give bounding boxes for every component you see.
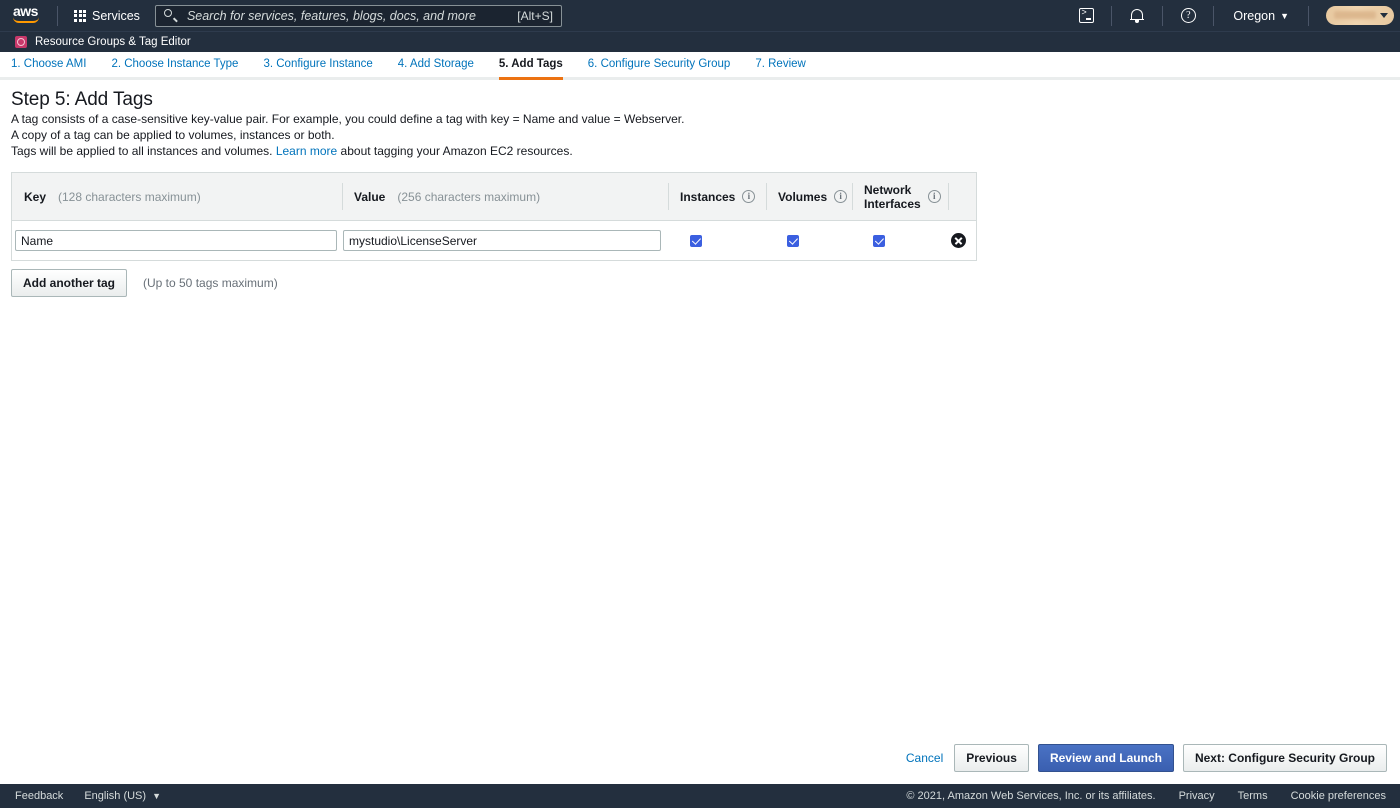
cloudshell-icon[interactable] [1071,0,1101,31]
column-header-value: Value (256 characters maximum) [342,173,668,220]
search-icon [163,9,178,23]
nav-divider-4 [1213,5,1215,26]
resource-groups-icon [15,36,27,48]
column-header-network-interfaces: Network Interfaces i [852,173,948,220]
previous-button[interactable]: Previous [954,744,1029,772]
bell-icon[interactable] [1122,0,1152,31]
next-configure-security-group-button[interactable]: Next: Configure Security Group [1182,744,1387,772]
services-menu-button[interactable]: Services [68,5,146,27]
column-header-key: Key (128 characters maximum) [12,173,342,220]
review-and-launch-button[interactable]: Review and Launch [1037,744,1174,772]
language-selector[interactable]: English (US) ▼ [84,790,161,802]
column-header-value-hint: (256 characters maximum) [397,189,541,204]
column-header-ni-label: Network Interfaces [864,183,921,211]
remove-tag-icon[interactable] [950,233,966,248]
tag-remove-cell [948,221,976,261]
column-header-instances-label: Instances [680,189,736,204]
column-header-value-label: Value [354,189,386,204]
chevron-down-icon-language: ▼ [152,791,161,801]
column-header-key-hint: (128 characters maximum) [58,189,201,204]
help-icon[interactable]: ? [1173,0,1203,31]
wizard-steps: 1. Choose AMI 2. Choose Instance Type 3.… [0,58,1400,80]
page-title: Step 5: Add Tags [11,89,153,110]
wizard-step-5[interactable]: 5. Add Tags [498,58,563,80]
tags-panel: Key (128 characters maximum) Value (256 … [11,172,977,261]
chevron-down-icon-account [1380,13,1388,18]
footer-left-group: Feedback English (US) ▼ [15,790,161,802]
wizard-step-7[interactable]: 7. Review [755,58,806,80]
column-header-actions [948,173,976,220]
grid-icon [74,9,86,22]
wizard-step-3[interactable]: 3. Configure Instance [263,58,373,80]
footer-bar: Feedback English (US) ▼ © 2021, Amazon W… [0,784,1400,808]
account-name-redacted [1334,11,1376,19]
table-row [12,221,976,261]
column-header-ni-line1: Network [864,182,912,197]
description-line-3-after: about tagging your Amazon EC2 resources. [340,144,573,158]
aws-logo[interactable]: aws [13,3,47,26]
nav-divider-2 [1111,5,1113,26]
services-label: Services [92,8,140,23]
column-header-key-label: Key [24,189,47,204]
aws-logo-text: aws [13,3,38,19]
cookie-preferences-link[interactable]: Cookie preferences [1291,790,1386,802]
info-icon-network-interfaces[interactable]: i [927,190,941,203]
tag-instances-cell [668,221,766,261]
info-icon-volumes[interactable]: i [834,190,848,203]
wizard-step-6[interactable]: 6. Configure Security Group [587,58,731,80]
description-line-3: Tags will be applied to all instances an… [11,144,573,158]
global-search-box[interactable]: [Alt+S] [154,4,562,27]
top-nav-right-group: ? Oregon ▼ [1071,0,1400,31]
feedback-link[interactable]: Feedback [15,790,63,802]
wizard-step-1[interactable]: 1. Choose AMI [11,58,87,80]
description-line-2: A copy of a tag can be applied to volume… [11,128,335,142]
wizard-step-4[interactable]: 4. Add Storage [397,58,474,80]
footer-right-group: © 2021, Amazon Web Services, Inc. or its… [906,790,1386,802]
tag-key-input[interactable] [15,230,337,251]
aws-ec2-launch-wizard: aws Services [Alt+S] [0,0,1400,808]
chevron-down-icon: ▼ [1280,10,1289,21]
add-tag-row: Add another tag (Up to 50 tags maximum) [11,269,278,297]
copyright-text: © 2021, Amazon Web Services, Inc. or its… [906,790,1156,802]
description-line-1: A tag consists of a case-sensitive key-v… [11,112,685,126]
region-selector[interactable]: Oregon ▼ [1224,9,1298,23]
tag-value-cell [342,221,668,261]
top-navigation-bar: aws Services [Alt+S] [0,0,1400,31]
search-shortcut-hint: [Alt+S] [517,8,553,23]
column-header-instances: Instances i [668,173,766,220]
tags-table-header: Key (128 characters maximum) Value (256 … [12,172,976,221]
privacy-link[interactable]: Privacy [1179,790,1215,802]
region-label: Oregon [1233,8,1276,23]
wizard-actions: Cancel Previous Review and Launch Next: … [906,744,1387,772]
checkbox-instances[interactable] [690,234,702,247]
nav-divider [57,5,58,26]
terms-link[interactable]: Terms [1238,790,1268,802]
cancel-button[interactable]: Cancel [906,751,943,765]
column-header-volumes: Volumes i [766,173,852,220]
nav-divider-3 [1162,5,1164,26]
add-another-tag-button[interactable]: Add another tag [11,269,127,297]
checkbox-volumes[interactable] [787,234,799,247]
learn-more-link[interactable]: Learn more [276,144,337,158]
tag-value-input[interactable] [343,230,661,251]
language-label: English (US) [84,790,147,802]
search-input[interactable] [184,7,518,24]
checkbox-network-interfaces[interactable] [873,234,885,247]
info-icon-instances[interactable]: i [742,190,756,203]
add-tag-hint: (Up to 50 tags maximum) [143,276,278,290]
column-header-ni-line2: Interfaces [864,196,921,211]
tag-key-cell [12,221,342,261]
resource-groups-label[interactable]: Resource Groups & Tag Editor [35,36,191,48]
wizard-step-2[interactable]: 2. Choose Instance Type [111,58,239,80]
description-line-3-before: Tags will be applied to all instances an… [11,144,273,158]
column-header-volumes-label: Volumes [778,189,828,204]
service-context-bar: Resource Groups & Tag Editor [0,31,1400,52]
tag-volumes-cell [766,221,852,261]
tag-network-interfaces-cell [852,221,948,261]
nav-divider-5 [1308,5,1309,26]
account-menu[interactable] [1326,6,1394,25]
